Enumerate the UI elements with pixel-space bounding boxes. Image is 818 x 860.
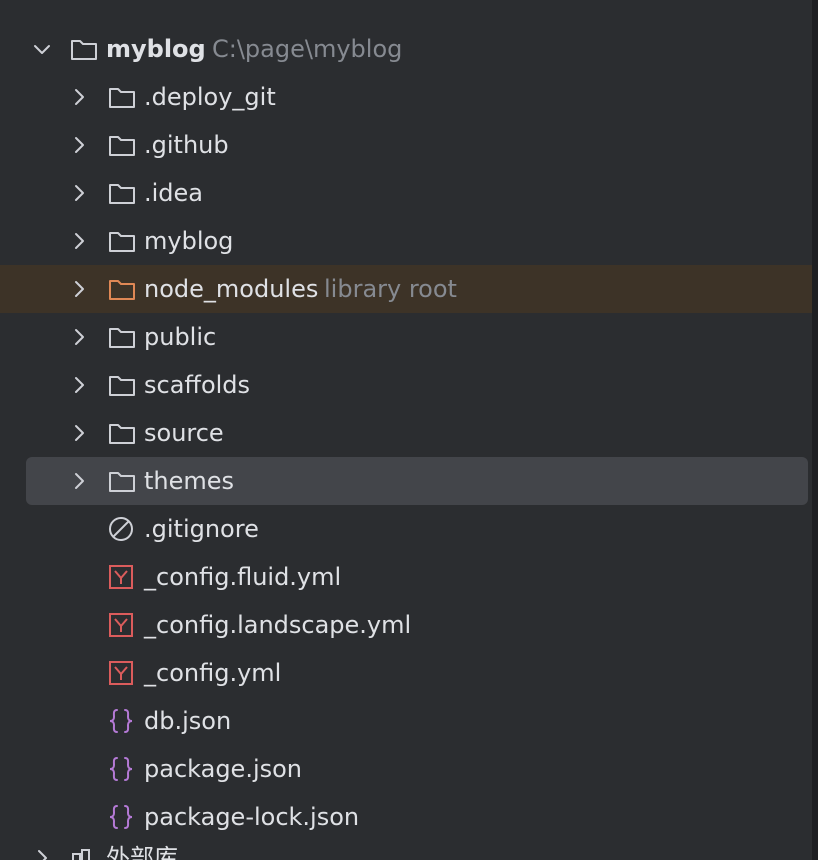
external-libraries-label: 外部库 bbox=[106, 844, 178, 860]
tree-row-folder[interactable]: .github bbox=[0, 121, 812, 169]
file-label: _config.yml bbox=[144, 659, 282, 687]
tree-row-file[interactable]: package.json bbox=[0, 745, 812, 793]
root-folder-path: C:\page\myblog bbox=[212, 35, 403, 63]
tree-row-external-libraries[interactable]: 外部库 bbox=[0, 834, 812, 860]
folder-icon bbox=[109, 328, 135, 348]
chevron-down-icon[interactable] bbox=[31, 38, 53, 60]
folder-icon bbox=[109, 88, 135, 108]
chevron-right-icon[interactable] bbox=[68, 326, 90, 348]
ignore-file-icon bbox=[109, 517, 133, 541]
tree-row-folder[interactable]: .idea bbox=[0, 169, 812, 217]
folder-icon bbox=[109, 232, 135, 252]
yaml-file-icon bbox=[109, 613, 133, 637]
folder-label: source bbox=[144, 419, 224, 447]
file-label: _config.landscape.yml bbox=[144, 611, 412, 639]
chevron-right-icon[interactable] bbox=[31, 847, 53, 860]
chevron-right-icon[interactable] bbox=[68, 278, 90, 300]
folder-icon bbox=[109, 184, 135, 204]
tree-row-folder[interactable]: myblog bbox=[0, 217, 812, 265]
folder-icon bbox=[109, 424, 135, 444]
tree-row-file[interactable]: db.json bbox=[0, 697, 812, 745]
folder-label: themes bbox=[144, 467, 235, 495]
folder-icon bbox=[109, 136, 135, 156]
external-libraries-icon bbox=[72, 849, 90, 860]
tree-row-folder[interactable]: .deploy_git bbox=[0, 73, 812, 121]
folder-label: public bbox=[144, 323, 217, 351]
folder-icon bbox=[109, 376, 135, 396]
chevron-right-icon[interactable] bbox=[68, 470, 90, 492]
tree-row-folder[interactable]: source bbox=[0, 409, 812, 457]
tree-row-file[interactable]: _config.fluid.yml bbox=[0, 553, 812, 601]
tree-row-root[interactable]: myblog C:\page\myblog bbox=[0, 25, 812, 73]
json-file-icon bbox=[109, 709, 133, 733]
chevron-right-icon[interactable] bbox=[68, 86, 90, 108]
chevron-right-icon[interactable] bbox=[68, 182, 90, 204]
json-file-icon bbox=[109, 805, 133, 829]
tree-row-file[interactable]: _config.yml bbox=[0, 649, 812, 697]
tree-row-folder[interactable]: scaffolds bbox=[0, 361, 812, 409]
root-folder-label: myblog bbox=[106, 35, 206, 63]
yaml-file-icon bbox=[109, 661, 133, 685]
folder-label: node_modules bbox=[144, 275, 319, 303]
folder-icon bbox=[109, 472, 135, 492]
tree-row-library-folder[interactable]: node_modules library root bbox=[0, 265, 812, 313]
file-label: db.json bbox=[144, 707, 232, 735]
chevron-right-icon[interactable] bbox=[68, 230, 90, 252]
library-folder-icon bbox=[109, 280, 135, 300]
file-label: _config.fluid.yml bbox=[144, 563, 342, 591]
folder-label: myblog bbox=[144, 227, 234, 255]
file-label: package.json bbox=[144, 755, 303, 783]
folder-label: .idea bbox=[144, 179, 204, 207]
folder-label: scaffolds bbox=[144, 371, 251, 399]
chevron-right-icon[interactable] bbox=[68, 374, 90, 396]
chevron-right-icon[interactable] bbox=[68, 134, 90, 156]
project-tree: myblog C:\page\myblog .deploy_git .githu… bbox=[0, 0, 818, 860]
tree-row-folder-selected[interactable]: themes bbox=[0, 457, 812, 505]
tree-row-file[interactable]: .gitignore bbox=[0, 505, 812, 553]
folder-icon bbox=[71, 40, 97, 60]
folder-label: .deploy_git bbox=[144, 83, 276, 111]
file-label: .gitignore bbox=[144, 515, 259, 543]
library-root-hint: library root bbox=[324, 275, 457, 303]
json-file-icon bbox=[109, 757, 133, 781]
tree-row-file[interactable]: _config.landscape.yml bbox=[0, 601, 812, 649]
tree-row-folder[interactable]: public bbox=[0, 313, 812, 361]
yaml-file-icon bbox=[109, 565, 133, 589]
chevron-right-icon[interactable] bbox=[68, 422, 90, 444]
scrollbar-track[interactable] bbox=[812, 0, 818, 860]
folder-label: .github bbox=[144, 131, 229, 159]
